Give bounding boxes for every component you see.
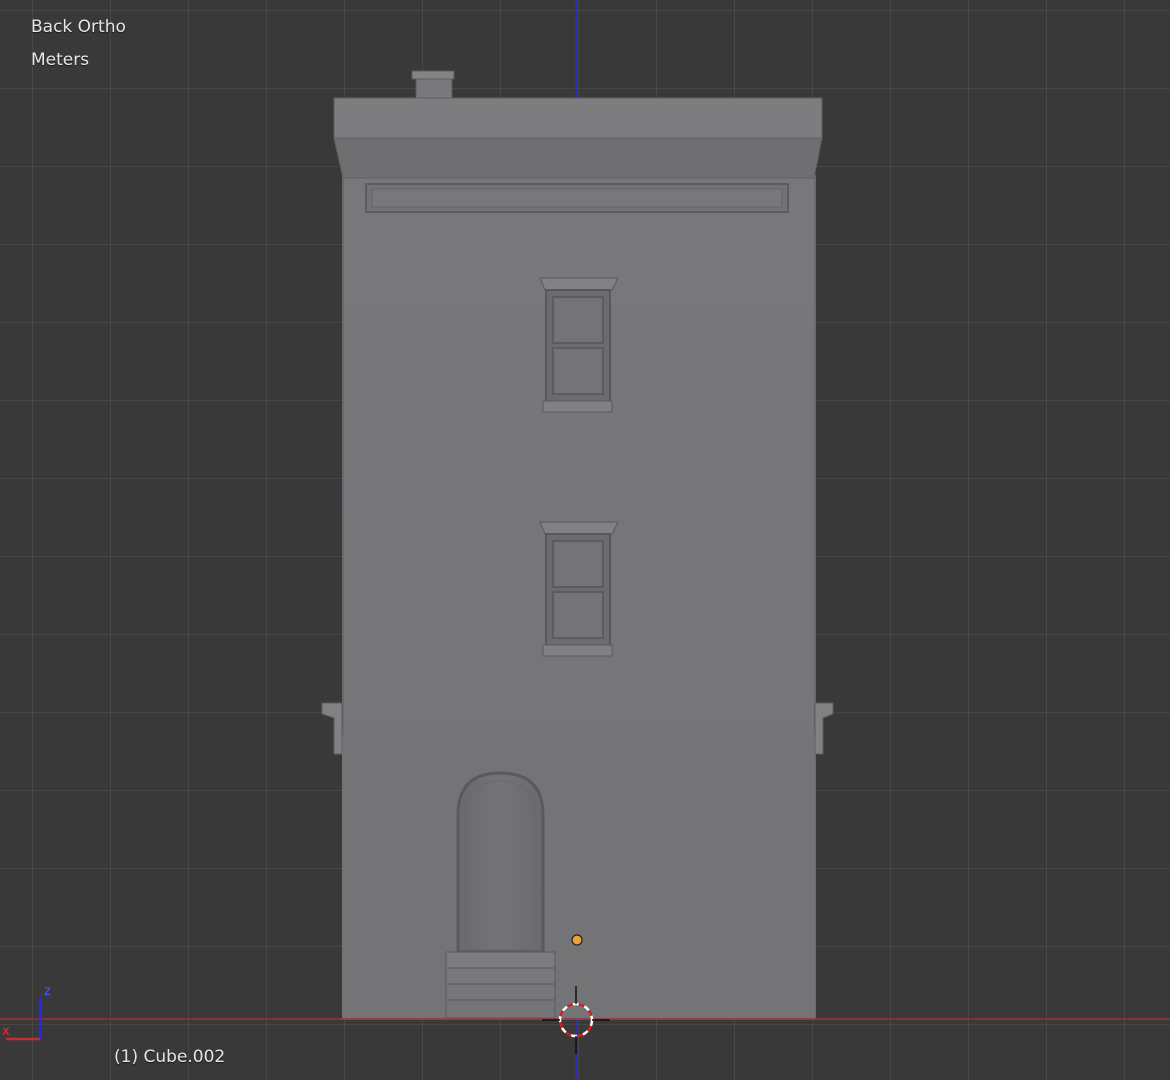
cornice-slope bbox=[333, 137, 823, 179]
building-mesh[interactable] bbox=[321, 70, 834, 1020]
object-origin-icon[interactable] bbox=[571, 934, 583, 946]
axis-gizmo-icon: z x bbox=[2, 984, 51, 1041]
units-label: Meters bbox=[31, 50, 90, 70]
left-ledge bbox=[321, 702, 343, 755]
chimney bbox=[411, 70, 455, 80]
viewport-scene: z x bbox=[0, 0, 1170, 1080]
frieze-panel-inner bbox=[371, 188, 783, 208]
middle-window bbox=[539, 521, 619, 657]
front-steps bbox=[445, 951, 556, 1019]
gizmo-x-label: x bbox=[2, 1024, 10, 1039]
view-name-label: Back Ortho bbox=[31, 17, 126, 37]
ground-floor bbox=[342, 735, 815, 1020]
cornice-top bbox=[333, 97, 823, 139]
right-ledge bbox=[814, 702, 834, 755]
upper-window bbox=[539, 277, 619, 413]
3d-viewport[interactable]: z x Back Ortho Meters (1) Cube.002 bbox=[0, 0, 1170, 1080]
gizmo-z-label: z bbox=[44, 984, 51, 999]
chimney-base bbox=[415, 78, 453, 100]
active-object-label: (1) Cube.002 bbox=[114, 1047, 226, 1067]
arched-door bbox=[456, 771, 545, 954]
